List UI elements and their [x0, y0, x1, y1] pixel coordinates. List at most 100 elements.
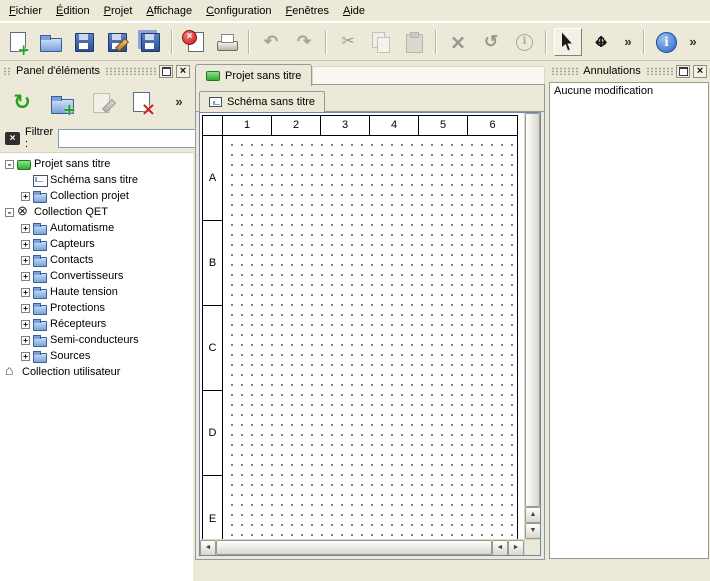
undo-list-item[interactable]: Aucune modification — [550, 83, 708, 99]
new-document-button[interactable] — [4, 28, 32, 56]
reload-collections-button[interactable] — [6, 87, 38, 117]
menu-affichage[interactable]: Affichage — [139, 1, 199, 21]
filter-input[interactable] — [58, 129, 208, 148]
panel-overflow-button[interactable] — [171, 91, 187, 113]
toolbar-separator — [643, 30, 645, 54]
cut-button[interactable] — [334, 28, 362, 56]
tree-item-haute-tension[interactable]: +Haute tension — [0, 284, 193, 300]
dock-grip[interactable] — [646, 67, 673, 75]
tree-item-automatisme[interactable]: +Automatisme — [0, 220, 193, 236]
edit-element-button[interactable] — [86, 87, 118, 117]
menu-projet[interactable]: Projet — [97, 1, 140, 21]
project-pane: Schéma sans titre 123456 ABCDE — [195, 84, 545, 560]
scrollbar-corner — [524, 539, 540, 555]
tree-item-contacts[interactable]: +Contacts — [0, 252, 193, 268]
expand-icon[interactable]: + — [21, 240, 30, 249]
close-panel-button[interactable] — [693, 65, 707, 78]
element-info-button[interactable] — [510, 28, 538, 56]
delete-element-button[interactable] — [126, 87, 158, 117]
expand-icon[interactable]: + — [21, 352, 30, 361]
tree-item-sources[interactable]: +Sources — [0, 348, 193, 364]
redo-button[interactable] — [290, 28, 318, 56]
diagram-grid[interactable] — [223, 136, 517, 539]
column-headers: 123456 — [223, 116, 517, 135]
save-button[interactable] — [70, 28, 98, 56]
select-mode-button[interactable] — [554, 28, 582, 56]
clear-filter-button[interactable]: × — [5, 130, 20, 146]
toolbar-overflow-right-button[interactable] — [685, 28, 701, 56]
dock-grip[interactable] — [3, 67, 11, 75]
tree-item-collection-qet[interactable]: -Collection QET — [0, 204, 193, 220]
delete-button[interactable] — [444, 28, 472, 56]
reload-icon — [10, 90, 34, 114]
folder-icon — [33, 222, 47, 234]
tree-item-collection-utilisateur[interactable]: Collection utilisateur — [0, 364, 193, 380]
expand-icon[interactable]: + — [21, 192, 30, 201]
vertical-scroll-thumb[interactable] — [525, 113, 540, 507]
tree-item-capteurs[interactable]: +Capteurs — [0, 236, 193, 252]
menu-aide[interactable]: Aide — [336, 1, 372, 21]
tree-item-convertisseurs[interactable]: +Convertisseurs — [0, 268, 193, 284]
scroll-left-button[interactable]: ◄ — [200, 540, 216, 556]
scroll-left-button-2[interactable]: ◄ — [492, 540, 508, 556]
close-panel-button[interactable] — [176, 65, 190, 78]
scroll-up-button[interactable]: ▲ — [525, 507, 541, 523]
copy-button[interactable] — [367, 28, 395, 56]
expand-icon[interactable]: + — [21, 272, 30, 281]
scroll-right-button[interactable]: ► — [508, 540, 524, 556]
diagram-paper: 123456 ABCDE — [202, 115, 518, 539]
tree-item-semi-conducteurs[interactable]: +Semi-conducteurs — [0, 332, 193, 348]
tree-item-protections[interactable]: +Protections — [0, 300, 193, 316]
undo-button[interactable] — [257, 28, 285, 56]
tab-schema[interactable]: Schéma sans titre — [199, 91, 325, 112]
save-all-button[interactable] — [136, 28, 164, 56]
save-as-button[interactable] — [103, 28, 131, 56]
toolbar-overflow-button[interactable] — [620, 28, 636, 56]
expand-icon[interactable]: + — [21, 224, 30, 233]
elements-panel-titlebar: Panel d'éléments — [0, 62, 193, 80]
toolbar-separator — [171, 30, 173, 54]
float-panel-button[interactable] — [159, 65, 173, 78]
open-project-button[interactable] — [37, 28, 65, 56]
expand-icon[interactable]: + — [21, 320, 30, 329]
dock-grip[interactable] — [551, 67, 578, 75]
menu-dition[interactable]: Édition — [49, 1, 97, 21]
tab-project[interactable]: Projet sans titre — [195, 64, 312, 86]
collapse-icon[interactable]: - — [5, 208, 14, 217]
tree-item-sch-ma-sans-titre[interactable]: Schéma sans titre — [0, 172, 193, 188]
row-headers: ABCDE — [203, 136, 223, 539]
dock-grip[interactable] — [105, 67, 156, 75]
paste-button[interactable] — [400, 28, 428, 56]
menu-fen-tres[interactable]: Fenêtres — [279, 1, 336, 21]
float-panel-button[interactable] — [676, 65, 690, 78]
collapse-icon[interactable]: - — [5, 160, 14, 169]
expand-icon[interactable]: + — [21, 288, 30, 297]
expand-icon[interactable]: + — [21, 304, 30, 313]
expand-icon[interactable]: + — [21, 256, 30, 265]
pan-mode-button[interactable] — [587, 28, 615, 56]
diagram-viewport[interactable]: 123456 ABCDE — [200, 113, 524, 539]
rotate-button[interactable] — [477, 28, 505, 56]
print-button[interactable] — [213, 28, 241, 56]
new-element-button[interactable] — [46, 87, 78, 117]
filter-row: × Filtrer : — [0, 124, 193, 152]
menu-fichier[interactable]: Fichier — [2, 1, 49, 21]
folder-icon — [33, 334, 47, 346]
toolbar-separator — [545, 30, 547, 54]
tree-item-collection-projet[interactable]: + Collection projet — [0, 188, 193, 204]
menu-configuration[interactable]: Configuration — [199, 1, 278, 21]
cut-icon — [336, 30, 360, 54]
chevron-icon — [621, 30, 635, 54]
filter-label: Filtrer : — [25, 126, 53, 150]
tree-item-label: Collection projet — [50, 190, 129, 202]
horizontal-scroll-thumb[interactable] — [216, 540, 492, 555]
expand-icon[interactable]: + — [21, 336, 30, 345]
close-document-button[interactable] — [180, 28, 208, 56]
column-header-6: 6 — [468, 116, 517, 136]
about-qet-button[interactable] — [652, 28, 680, 56]
scroll-down-button[interactable]: ▼ — [525, 523, 541, 539]
tree-item-projet-sans-titre[interactable]: -Projet sans titre — [0, 156, 193, 172]
diagram-view: 123456 ABCDE ▲ ▼ ◄ ◄ — [199, 112, 541, 556]
schema-icon — [33, 174, 47, 186]
tree-item-r-cepteurs[interactable]: +Récepteurs — [0, 316, 193, 332]
